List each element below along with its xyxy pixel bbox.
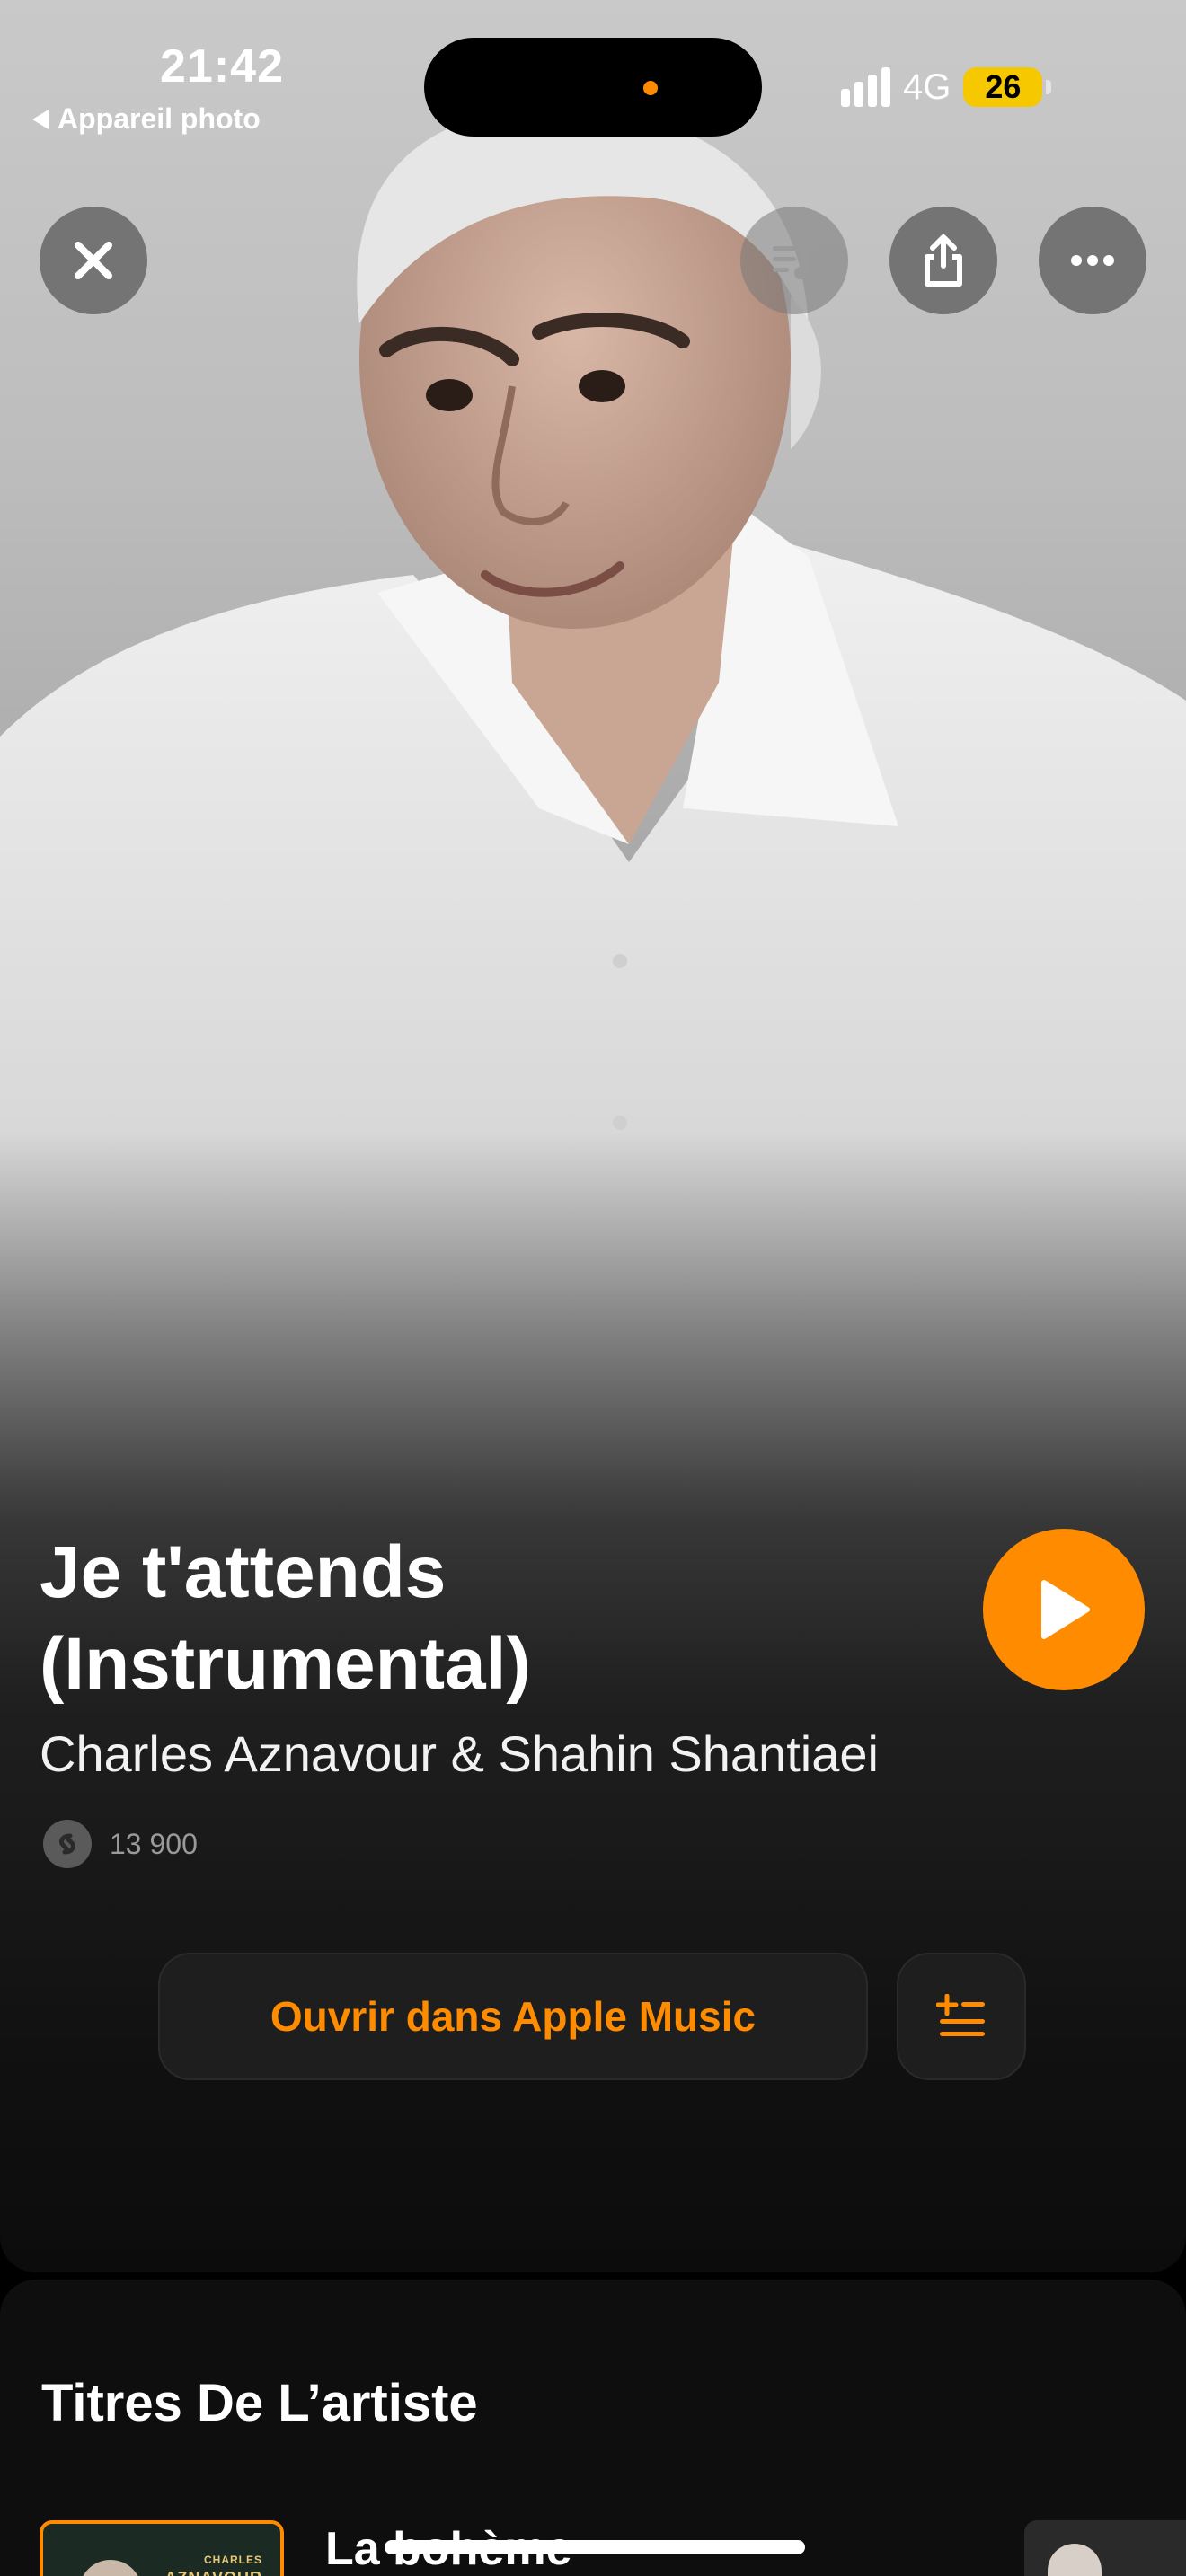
song-title-line1: Je t'attends bbox=[40, 1531, 447, 1613]
lyrics-queue-button[interactable] bbox=[740, 207, 848, 314]
shazam-count: 13 900 bbox=[110, 1827, 198, 1860]
dynamic-island bbox=[424, 38, 762, 137]
add-to-queue-button[interactable] bbox=[897, 1953, 1026, 2080]
close-icon bbox=[75, 242, 112, 279]
status-time: 21:42 bbox=[160, 40, 284, 93]
artist-portrait-image bbox=[0, 90, 1186, 1527]
back-app-label: Appareil photo bbox=[58, 102, 261, 135]
song-title: Je t'attends (Instrumental) bbox=[40, 1527, 938, 1710]
artist-name[interactable]: Charles Aznavour & Shahin Shantiaei bbox=[40, 1725, 879, 1783]
back-to-app-link[interactable]: Appareil photo bbox=[32, 102, 261, 136]
network-type: 4G bbox=[903, 66, 951, 107]
play-icon bbox=[1041, 1580, 1090, 1639]
cover-portrait bbox=[79, 2560, 142, 2576]
cover-text: CHARLES AZNAVOUR bbox=[164, 2554, 262, 2576]
cover-portrait bbox=[1048, 2544, 1102, 2576]
share-button[interactable] bbox=[890, 207, 997, 314]
play-button[interactable] bbox=[983, 1529, 1145, 1690]
battery-icon: 26 bbox=[963, 67, 1052, 107]
back-arrow-icon bbox=[32, 109, 49, 129]
status-indicators: 4G 26 bbox=[841, 65, 1052, 110]
battery-level: 26 bbox=[985, 68, 1022, 105]
more-icon bbox=[1071, 255, 1114, 266]
open-apple-music-button[interactable]: Ouvrir dans Apple Music bbox=[158, 1953, 868, 2080]
share-icon bbox=[925, 234, 962, 287]
section-title: Titres De L’artiste bbox=[41, 2374, 478, 2432]
privacy-indicator-dot bbox=[643, 81, 658, 95]
add-to-queue-icon bbox=[936, 1994, 985, 2036]
shazam-count-row: 13 900 bbox=[43, 1820, 198, 1868]
track-cover-art[interactable]: CHARLES AZNAVOUR bbox=[40, 2520, 284, 2576]
next-track-cover-art[interactable] bbox=[1024, 2520, 1186, 2576]
home-indicator[interactable] bbox=[385, 2540, 805, 2554]
music-queue-icon bbox=[773, 237, 817, 279]
shazam-icon bbox=[43, 1820, 92, 1868]
more-options-button[interactable] bbox=[1039, 207, 1146, 314]
close-button[interactable] bbox=[40, 207, 147, 314]
signal-icon bbox=[841, 67, 890, 107]
hero-artwork bbox=[0, 0, 1186, 2272]
song-title-line2: (Instrumental) bbox=[40, 1623, 531, 1705]
